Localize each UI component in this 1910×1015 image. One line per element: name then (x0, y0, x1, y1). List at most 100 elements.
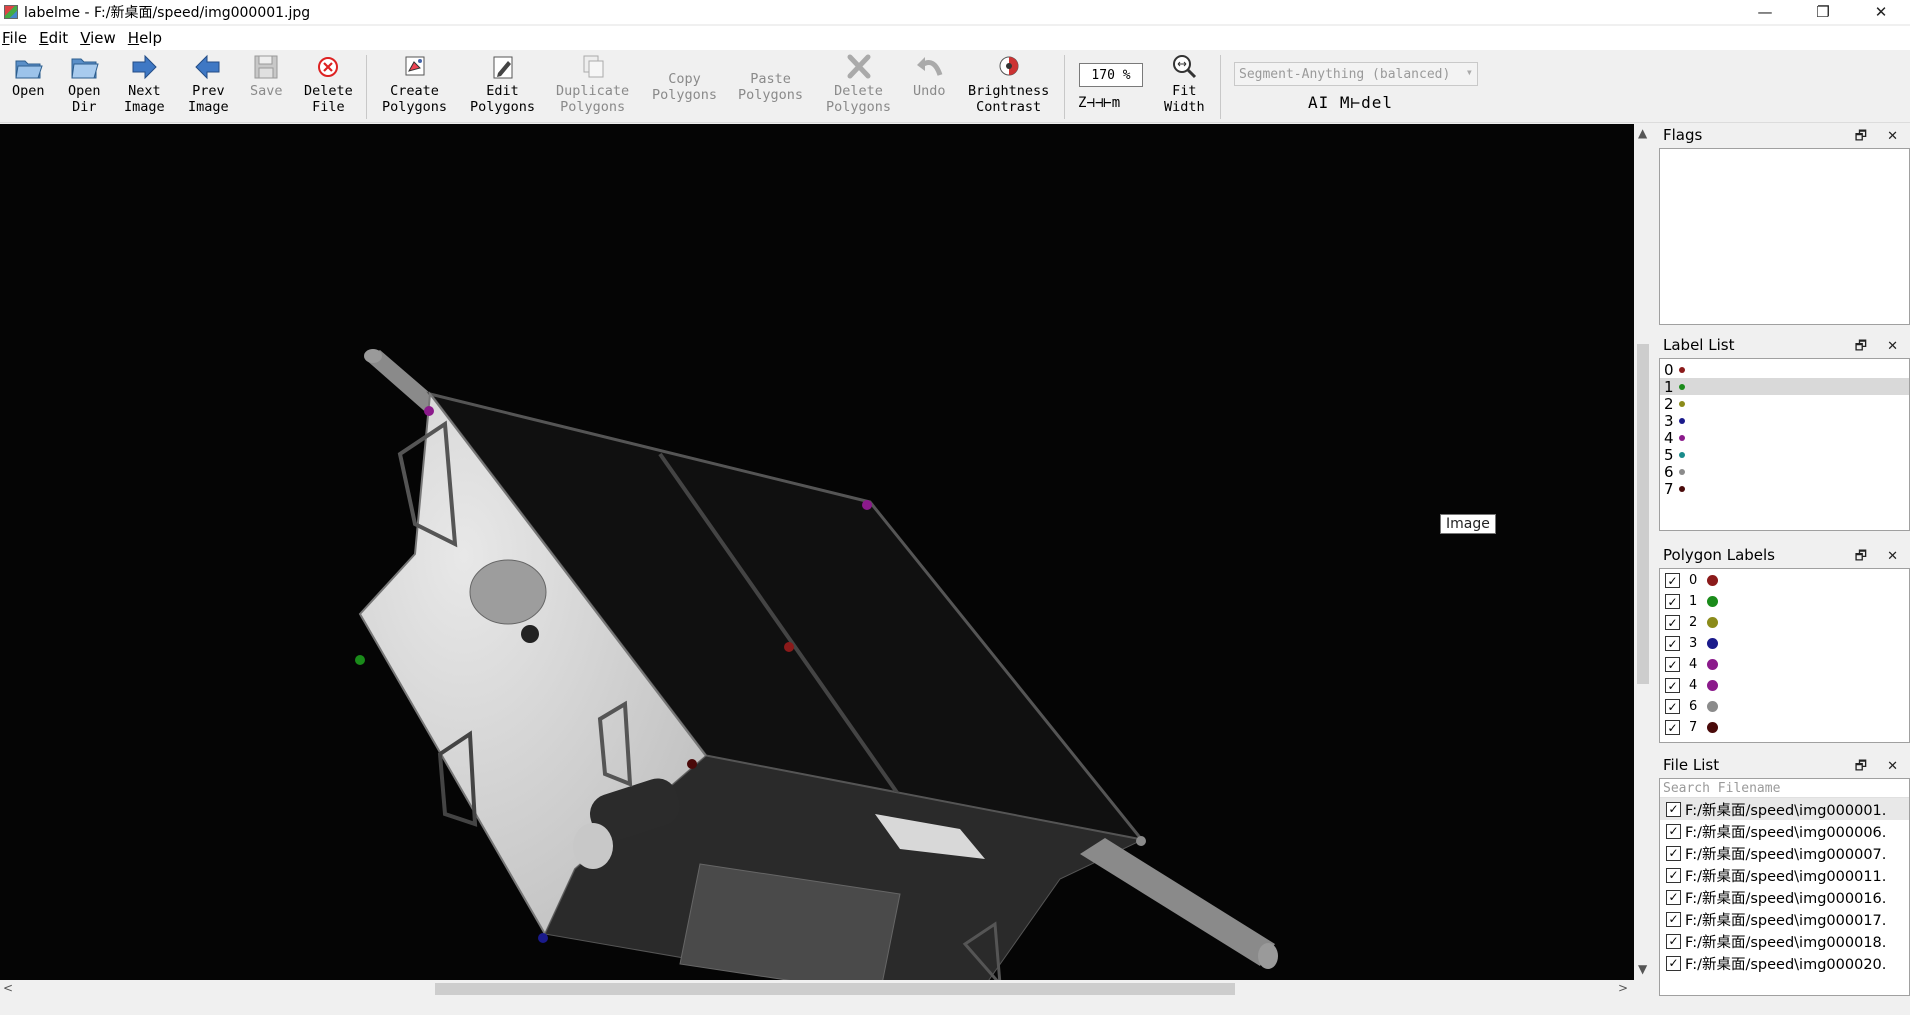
vertical-scroll-thumb[interactable] (1637, 344, 1649, 684)
vertical-scrollbar[interactable]: ▲ ▼ (1634, 124, 1652, 980)
polygon-label-item[interactable]: ✓ 4 (1660, 675, 1909, 696)
scroll-left-icon[interactable]: < (3, 981, 13, 995)
file-checkbox[interactable]: ✓ (1666, 867, 1681, 883)
minimize-button[interactable]: — (1736, 0, 1794, 24)
file-checkbox[interactable]: ✓ (1666, 955, 1681, 971)
polygon-label-item[interactable]: ✓ 6 (1660, 696, 1909, 717)
menu-help[interactable]: Help (126, 29, 169, 47)
label-list[interactable]: 01234567 (1659, 358, 1910, 531)
file-checkbox[interactable]: ✓ (1666, 911, 1681, 927)
file-checkbox[interactable]: ✓ (1666, 889, 1681, 905)
visibility-checkbox[interactable]: ✓ (1665, 636, 1680, 651)
label-list-item[interactable]: 4 (1660, 429, 1909, 447)
keypoint-0[interactable] (784, 642, 794, 652)
edit-polygons-button[interactable]: Edit Polygons (470, 53, 535, 115)
scroll-right-icon[interactable]: > (1618, 981, 1628, 995)
visibility-checkbox[interactable]: ✓ (1665, 594, 1680, 609)
label-list-item[interactable]: 2 (1660, 395, 1909, 413)
label-list-item[interactable]: 7 (1660, 480, 1909, 498)
polygon-label-item[interactable]: ✓ 4 (1660, 654, 1909, 675)
label-color-dot (1707, 659, 1719, 670)
file-list-item[interactable]: ✓ F:/新桌面/speed\img000020. (1660, 952, 1909, 974)
file-list-item[interactable]: ✓ F:/新桌面/speed\img000018. (1660, 930, 1909, 952)
polygon-label-item[interactable]: ✓ 3 (1660, 633, 1909, 654)
file-list-item[interactable]: ✓ F:/新桌面/speed\img000001. (1660, 798, 1909, 820)
file-list-item[interactable]: ✓ F:/新桌面/speed\img000006. (1660, 820, 1909, 842)
dock-float-close-icons[interactable]: 🗗 ✕ (1855, 127, 1906, 149)
close-button[interactable]: ✕ (1852, 0, 1910, 24)
polygon-label-item[interactable]: ✓ 1 (1660, 591, 1909, 612)
label-list-item[interactable]: 1 (1660, 378, 1909, 396)
open-button[interactable]: Open (12, 53, 45, 99)
delete-polygons-label-2: Polygons (826, 99, 892, 115)
create-polygons-button[interactable]: Create Polygons (382, 53, 447, 115)
delete-file-label-1: Delete (304, 83, 353, 99)
scroll-down-icon[interactable]: ▼ (1638, 962, 1647, 976)
brightness-contrast-button[interactable]: Brightness Contrast (968, 53, 1049, 115)
keypoint-4b[interactable] (862, 500, 872, 510)
file-list-item[interactable]: ✓ F:/新桌面/speed\img000017. (1660, 908, 1909, 930)
keypoint-1[interactable] (355, 655, 365, 665)
prev-image-button[interactable]: Prev Image (188, 53, 229, 115)
file-checkbox[interactable]: ✓ (1666, 801, 1681, 817)
polygon-label-item[interactable]: ✓ 2 (1660, 612, 1909, 633)
file-checkbox[interactable]: ✓ (1666, 823, 1681, 839)
keypoint-3[interactable] (538, 933, 548, 943)
label-color-dot (1678, 468, 1685, 475)
file-list-item[interactable]: ✓ F:/新桌面/speed\img000016. (1660, 886, 1909, 908)
dock-float-close-icons[interactable]: 🗗 ✕ (1855, 337, 1906, 359)
restore-button[interactable]: ❐ (1794, 0, 1852, 24)
visibility-checkbox[interactable]: ✓ (1665, 573, 1680, 588)
file-list[interactable]: ✓ F:/新桌面/speed\img000001. ✓ F:/新桌面/speed\im… (1660, 798, 1909, 974)
fit-width-label-1: Fit (1172, 83, 1197, 99)
menu-view[interactable]: View (78, 29, 123, 47)
labelme-app-icon (4, 5, 18, 19)
flags-list[interactable] (1659, 148, 1910, 325)
visibility-checkbox[interactable]: ✓ (1665, 615, 1680, 630)
label-list-item[interactable]: 0 (1660, 361, 1909, 379)
duplicate-polygons-label-1: Duplicate (556, 83, 630, 99)
keypoint-6[interactable] (1136, 836, 1146, 846)
label-list-item[interactable]: 5 (1660, 446, 1909, 464)
visibility-checkbox[interactable]: ✓ (1665, 720, 1680, 735)
duplicate-polygons-label-2: Polygons (560, 99, 626, 115)
copy-polygons-button[interactable]: Copy Polygons (652, 71, 717, 103)
folder-open-icon (69, 53, 99, 81)
menu-file[interactable]: File (0, 29, 34, 47)
ai-model-select[interactable]: Segment-Anything (balanced) ▾ (1234, 62, 1478, 86)
keypoint-4a[interactable] (424, 406, 434, 416)
keypoint-7[interactable] (687, 759, 697, 769)
search-filename-input[interactable]: Search Filename (1660, 779, 1909, 798)
paste-polygons-button[interactable]: Paste Polygons (738, 71, 803, 103)
delete-file-button[interactable]: Delete File (304, 53, 353, 115)
folder-open-icon (13, 53, 43, 81)
zoom-input[interactable]: 170 % (1079, 63, 1143, 87)
visibility-checkbox[interactable]: ✓ (1665, 678, 1680, 693)
dock-float-close-icons[interactable]: 🗗 ✕ (1855, 547, 1906, 569)
polygon-labels-list[interactable]: ✓ 0 ✓ 1 ✓ 2 ✓ 3 ✓ 4 ✓ 4 ✓ 6 ✓ 7 (1659, 568, 1910, 743)
horizontal-scroll-thumb[interactable] (435, 983, 1235, 995)
delete-polygons-button[interactable]: Delete Polygons (826, 53, 891, 115)
image-canvas[interactable] (0, 124, 1634, 980)
horizontal-scrollbar[interactable]: < > (0, 980, 1634, 998)
polygon-label-item[interactable]: ✓ 7 (1660, 717, 1909, 738)
fit-width-button[interactable]: Fit Width (1164, 53, 1205, 115)
file-checkbox[interactable]: ✓ (1666, 933, 1681, 949)
file-list-item[interactable]: ✓ F:/新桌面/speed\img000007. (1660, 842, 1909, 864)
menu-edit[interactable]: Edit (37, 29, 75, 47)
duplicate-polygons-button[interactable]: Duplicate Polygons (556, 53, 629, 115)
open-dir-button[interactable]: Open Dir (68, 53, 101, 115)
file-list-item[interactable]: ✓ F:/新桌面/speed\img000011. (1660, 864, 1909, 886)
visibility-checkbox[interactable]: ✓ (1665, 657, 1680, 672)
next-image-button[interactable]: Next Image (124, 53, 165, 115)
undo-button[interactable]: Undo (913, 53, 946, 99)
dock-float-close-icons[interactable]: 🗗 ✕ (1855, 757, 1906, 779)
label-list-item[interactable]: 3 (1660, 412, 1909, 430)
save-button[interactable]: Save (250, 53, 283, 99)
file-path: F:/新桌面/speed\img000018. (1685, 934, 1887, 951)
label-list-item[interactable]: 6 (1660, 463, 1909, 481)
file-checkbox[interactable]: ✓ (1666, 845, 1681, 861)
visibility-checkbox[interactable]: ✓ (1665, 699, 1680, 714)
polygon-label-item[interactable]: ✓ 0 (1660, 570, 1909, 591)
scroll-up-icon[interactable]: ▲ (1638, 126, 1647, 140)
